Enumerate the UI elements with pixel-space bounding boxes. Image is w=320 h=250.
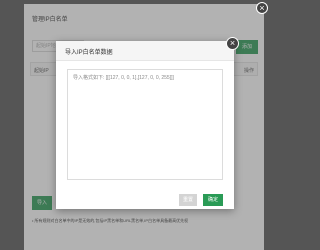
import-modal: 导入IP白名单数据 重置 确定 xyxy=(56,41,234,209)
close-icon[interactable]: × xyxy=(226,37,239,50)
modal-title: 导入IP白名单数据 xyxy=(65,50,113,56)
close-icon[interactable]: × xyxy=(256,2,268,14)
import-data-textarea[interactable] xyxy=(67,69,223,180)
add-button[interactable]: 添加 xyxy=(236,40,258,54)
column-actions: 操作 xyxy=(243,68,254,74)
dialog-title: 管理IP白名单 xyxy=(32,17,68,23)
modal-header: 导入IP白名单数据 xyxy=(56,41,234,61)
import-button[interactable]: 导入 xyxy=(32,196,52,210)
confirm-button[interactable]: 确定 xyxy=(203,194,223,206)
reset-button[interactable]: 重置 xyxy=(179,194,197,206)
column-start-ip: 起始IP xyxy=(34,68,49,74)
whitelist-note: • 所有规则对白名单中的IP是无效的,包括IP黑名单和URL黑名单,IP白名单具… xyxy=(32,218,189,223)
